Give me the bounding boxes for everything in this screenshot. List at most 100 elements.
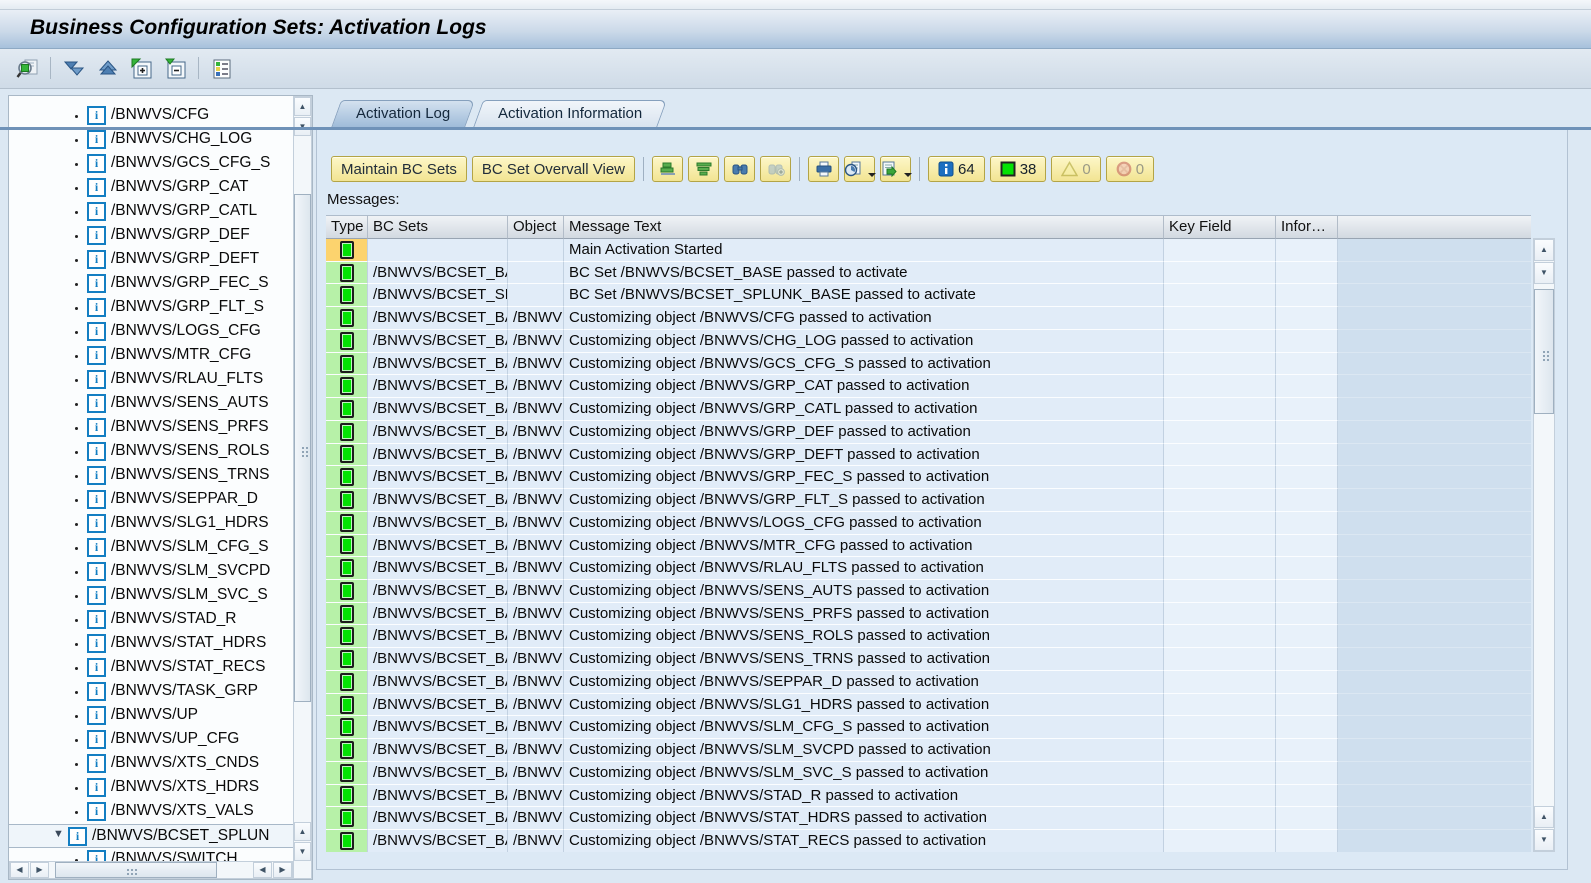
- table-row[interactable]: /BNWVS/BCSET_BASE /BNWV… Customizing obj…: [326, 353, 1531, 376]
- display-button[interactable]: [14, 55, 42, 82]
- object-cell[interactable]: /BNWV…: [508, 375, 564, 398]
- message-text-cell[interactable]: Customizing object /BNWVS/STAT_HDRS pass…: [564, 807, 1164, 830]
- tree-item[interactable]: ▼ i /BNWVS/GCS_CFG_S: [9, 152, 293, 176]
- message-text-cell[interactable]: Customizing object /BNWVS/LOGS_CFG passe…: [564, 512, 1164, 535]
- scroll-right-icon[interactable]: ▶: [273, 862, 292, 878]
- information-cell[interactable]: [1276, 694, 1338, 717]
- message-text-cell[interactable]: Customizing object /BNWVS/GRP_FEC_S pass…: [564, 466, 1164, 489]
- key-field-cell[interactable]: [1164, 557, 1276, 580]
- scroll-up-icon[interactable]: ▲: [1534, 806, 1554, 828]
- table-row[interactable]: /BNWVS/BCSET_BASE /BNWV… Customizing obj…: [326, 762, 1531, 785]
- info-icon[interactable]: i: [87, 322, 106, 341]
- key-field-cell[interactable]: [1164, 580, 1276, 603]
- key-field-cell[interactable]: [1164, 716, 1276, 739]
- object-cell[interactable]: /BNWV…: [508, 807, 564, 830]
- key-field-cell[interactable]: [1164, 625, 1276, 648]
- table-row[interactable]: /BNWVS/BCSET_BASE /BNWV… Customizing obj…: [326, 330, 1531, 353]
- key-field-cell[interactable]: [1164, 489, 1276, 512]
- tree-item[interactable]: ▼ i /BNWVS/GRP_FEC_S: [9, 272, 293, 296]
- tree-hscrollbar-thumb[interactable]: [55, 862, 217, 878]
- key-field-cell[interactable]: [1164, 603, 1276, 626]
- scroll-left-icon[interactable]: ◀: [253, 862, 272, 878]
- key-field-cell[interactable]: [1164, 353, 1276, 376]
- info-icon[interactable]: i: [87, 754, 106, 773]
- object-cell[interactable]: [508, 284, 564, 307]
- warning-count-button[interactable]: 0: [1051, 156, 1100, 182]
- scroll-up-icon[interactable]: ▲: [1534, 239, 1554, 261]
- type-cell[interactable]: [326, 694, 368, 717]
- type-cell[interactable]: [326, 785, 368, 808]
- type-cell[interactable]: [326, 284, 368, 307]
- info-icon[interactable]: i: [87, 610, 106, 629]
- object-cell[interactable]: /BNWV…: [508, 353, 564, 376]
- type-cell[interactable]: [326, 489, 368, 512]
- information-cell[interactable]: [1276, 444, 1338, 467]
- information-cell[interactable]: [1276, 375, 1338, 398]
- scroll-up-icon[interactable]: ▲: [294, 97, 311, 116]
- info-icon[interactable]: i: [87, 154, 106, 173]
- information-cell[interactable]: [1276, 239, 1338, 262]
- tree-item[interactable]: ▼ i /BNWVS/CFG: [9, 104, 293, 128]
- object-cell[interactable]: /BNWV…: [508, 694, 564, 717]
- table-row[interactable]: /BNWVS/BCSET_SPL… BC Set /BNWVS/BCSET_SP…: [326, 284, 1531, 307]
- info-icon[interactable]: i: [87, 346, 106, 365]
- message-text-cell[interactable]: Customizing object /BNWVS/GRP_CAT passed…: [564, 375, 1164, 398]
- type-cell[interactable]: [326, 580, 368, 603]
- tree-item[interactable]: ▼ i /BNWVS/STAT_HDRS: [9, 632, 293, 656]
- error-count-button[interactable]: 0: [1106, 156, 1154, 182]
- info-icon[interactable]: i: [87, 562, 106, 581]
- scroll-right-icon[interactable]: ▶: [30, 862, 49, 878]
- type-cell[interactable]: [326, 512, 368, 535]
- tree-item[interactable]: ▼ i /BNWVS/XTS_VALS: [9, 800, 293, 824]
- tree-item[interactable]: ▼ i /BNWVS/MTR_CFG: [9, 344, 293, 368]
- info-icon[interactable]: i: [87, 634, 106, 653]
- object-cell[interactable]: /BNWV…: [508, 785, 564, 808]
- object-cell[interactable]: /BNWV…: [508, 739, 564, 762]
- success-count-button[interactable]: 38: [990, 156, 1047, 182]
- message-text-cell[interactable]: Customizing object /BNWVS/GRP_CATL passe…: [564, 398, 1164, 421]
- tree-item[interactable]: ▼ i /BNWVS/CHG_LOG: [9, 128, 293, 152]
- type-cell[interactable]: [326, 535, 368, 558]
- message-text-cell[interactable]: Customizing object /BNWVS/RLAU_FLTS pass…: [564, 557, 1164, 580]
- object-cell[interactable]: /BNWV…: [508, 466, 564, 489]
- info-icon[interactable]: i: [87, 130, 106, 149]
- message-text-cell[interactable]: Customizing object /BNWVS/STAD_R passed …: [564, 785, 1164, 808]
- object-cell[interactable]: /BNWV…: [508, 398, 564, 421]
- info-icon[interactable]: i: [87, 490, 106, 509]
- collapse-all-button[interactable]: [94, 55, 122, 82]
- info-icon[interactable]: i: [87, 370, 106, 389]
- key-field-cell[interactable]: [1164, 307, 1276, 330]
- object-cell[interactable]: /BNWV…: [508, 535, 564, 558]
- bc-sets-cell[interactable]: /BNWVS/BCSET_BASE: [368, 785, 508, 808]
- sort-descending-button[interactable]: [688, 156, 719, 182]
- key-field-cell[interactable]: [1164, 466, 1276, 489]
- type-cell[interactable]: [326, 762, 368, 785]
- tree-item[interactable]: ▼ i /BNWVS/UP: [9, 704, 293, 728]
- bc-sets-cell[interactable]: /BNWVS/BCSET_BASE: [368, 466, 508, 489]
- object-cell[interactable]: /BNWV…: [508, 671, 564, 694]
- info-icon[interactable]: i: [87, 106, 106, 125]
- info-icon[interactable]: i: [68, 827, 87, 846]
- key-field-cell[interactable]: [1164, 421, 1276, 444]
- bc-set-overall-view-button[interactable]: BC Set Overvall View: [472, 156, 635, 182]
- type-cell[interactable]: [326, 466, 368, 489]
- object-cell[interactable]: /BNWV…: [508, 830, 564, 852]
- message-text-cell[interactable]: Customizing object /BNWVS/SLG1_HDRS pass…: [564, 694, 1164, 717]
- table-row[interactable]: /BNWVS/BCSET_BASE /BNWV… Customizing obj…: [326, 466, 1531, 489]
- bc-sets-cell[interactable]: /BNWVS/BCSET_BASE: [368, 398, 508, 421]
- table-row[interactable]: /BNWVS/BCSET_BASE /BNWV… Customizing obj…: [326, 489, 1531, 512]
- message-text-cell[interactable]: Customizing object /BNWVS/CFG passed to …: [564, 307, 1164, 330]
- bc-sets-cell[interactable]: /BNWVS/BCSET_BASE: [368, 307, 508, 330]
- bc-sets-cell[interactable]: /BNWVS/BCSET_BASE: [368, 625, 508, 648]
- key-field-cell[interactable]: [1164, 262, 1276, 285]
- tree-item[interactable]: ▼ i /BNWVS/SEPPAR_D: [9, 488, 293, 512]
- tree-item[interactable]: ▼ i /BNWVS/GRP_DEFT: [9, 248, 293, 272]
- message-text-cell[interactable]: BC Set /BNWVS/BCSET_SPLUNK_BASE passed t…: [564, 284, 1164, 307]
- tree-scrollbar-thumb[interactable]: [294, 194, 311, 702]
- table-row[interactable]: /BNWVS/BCSET_BASE /BNWV… Customizing obj…: [326, 375, 1531, 398]
- tree-item[interactable]: ▼ i /BNWVS/UP_CFG: [9, 728, 293, 752]
- find-next-button[interactable]: [760, 156, 791, 182]
- bc-sets-cell[interactable]: /BNWVS/BCSET_BASE: [368, 353, 508, 376]
- tree-item[interactable]: ▼ i /BNWVS/SLG1_HDRS: [9, 512, 293, 536]
- message-text-cell[interactable]: Customizing object /BNWVS/SEPPAR_D passe…: [564, 671, 1164, 694]
